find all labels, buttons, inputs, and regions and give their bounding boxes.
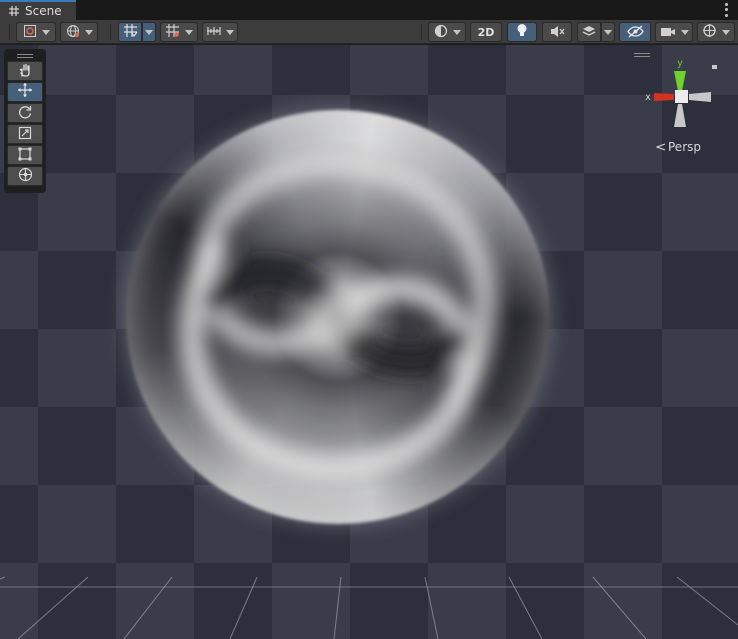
draw-mode-icon [23,23,37,42]
tab-label: Scene [25,4,62,18]
axis-x-label: x [646,92,651,103]
camera-icon [660,23,676,42]
swirl-arms [178,149,498,481]
toolbar-divider [9,24,10,40]
scene-toolbar: 2D [0,20,738,44]
grid-snap-dropdown[interactable] [142,22,156,42]
hand-icon [18,62,32,81]
perspective-icon [656,143,666,151]
increment-snap-dropdown[interactable] [160,22,198,42]
draw-mode-dropdown[interactable] [16,22,56,42]
camera-dropdown[interactable] [655,22,693,42]
move-tool[interactable] [7,82,43,102]
kebab-menu-icon[interactable] [722,2,730,18]
axis-neg-y-cone [674,104,686,127]
tool-palette [4,49,46,193]
grid-snap-toggle[interactable] [118,22,142,42]
grid-icon [8,5,20,17]
tool-palette-grip[interactable] [7,52,43,60]
transform-tool[interactable] [7,166,43,186]
global-local-dropdown[interactable] [60,22,98,42]
projection-toggle[interactable]: Persp [656,140,701,154]
globe-icon [66,23,80,42]
lightbulb-icon [516,23,528,42]
toolbar-divider [110,24,111,40]
orientation-gizmo[interactable]: y x [640,57,720,137]
eye-hidden-icon [626,23,644,42]
lighting-toggle[interactable] [507,22,537,42]
layers-icon [582,23,596,42]
scene-visibility-toggle[interactable] [619,22,651,42]
rect-icon [18,146,32,165]
tab-strip: Scene [0,0,738,20]
mute-speaker-icon [550,23,565,42]
rotate-icon [18,104,32,123]
shading-dropdown[interactable] [428,22,466,42]
effects-toggle[interactable] [577,22,601,42]
axis-y-cone [674,71,686,91]
grid-snap-icon [123,23,138,42]
scale-icon [18,125,32,144]
audio-toggle[interactable] [542,22,572,42]
gizmos-dropdown[interactable] [697,22,735,42]
ruler-dropdown[interactable] [202,22,238,42]
increment-snap-icon [165,23,180,42]
floor-grid [0,576,738,639]
axis-x-cone [654,93,674,101]
rect-tool[interactable] [7,145,43,165]
axis-y-label: y [678,58,683,69]
gizmo-lock-icon [712,65,717,69]
toggle-2d-button[interactable]: 2D [470,22,502,42]
gizmo-icon [702,23,717,42]
axis-neg-x-cone [689,92,711,102]
toggle-2d-label: 2D [477,25,495,39]
sphere-shading-icon [434,23,448,42]
move-arrows-icon [17,82,33,102]
transform-icon [18,167,33,186]
toolbar-divider [421,24,422,40]
scale-tool[interactable] [7,124,43,144]
scene-viewport[interactable]: y x Persp [0,45,738,639]
ruler-icon [206,23,221,42]
projection-label: Persp [668,140,701,154]
effects-dropdown[interactable] [601,22,615,42]
rotate-tool[interactable] [7,103,43,123]
gizmo-center-cube [675,90,688,103]
hand-tool[interactable] [7,61,43,81]
tab-scene[interactable]: Scene [0,0,76,20]
